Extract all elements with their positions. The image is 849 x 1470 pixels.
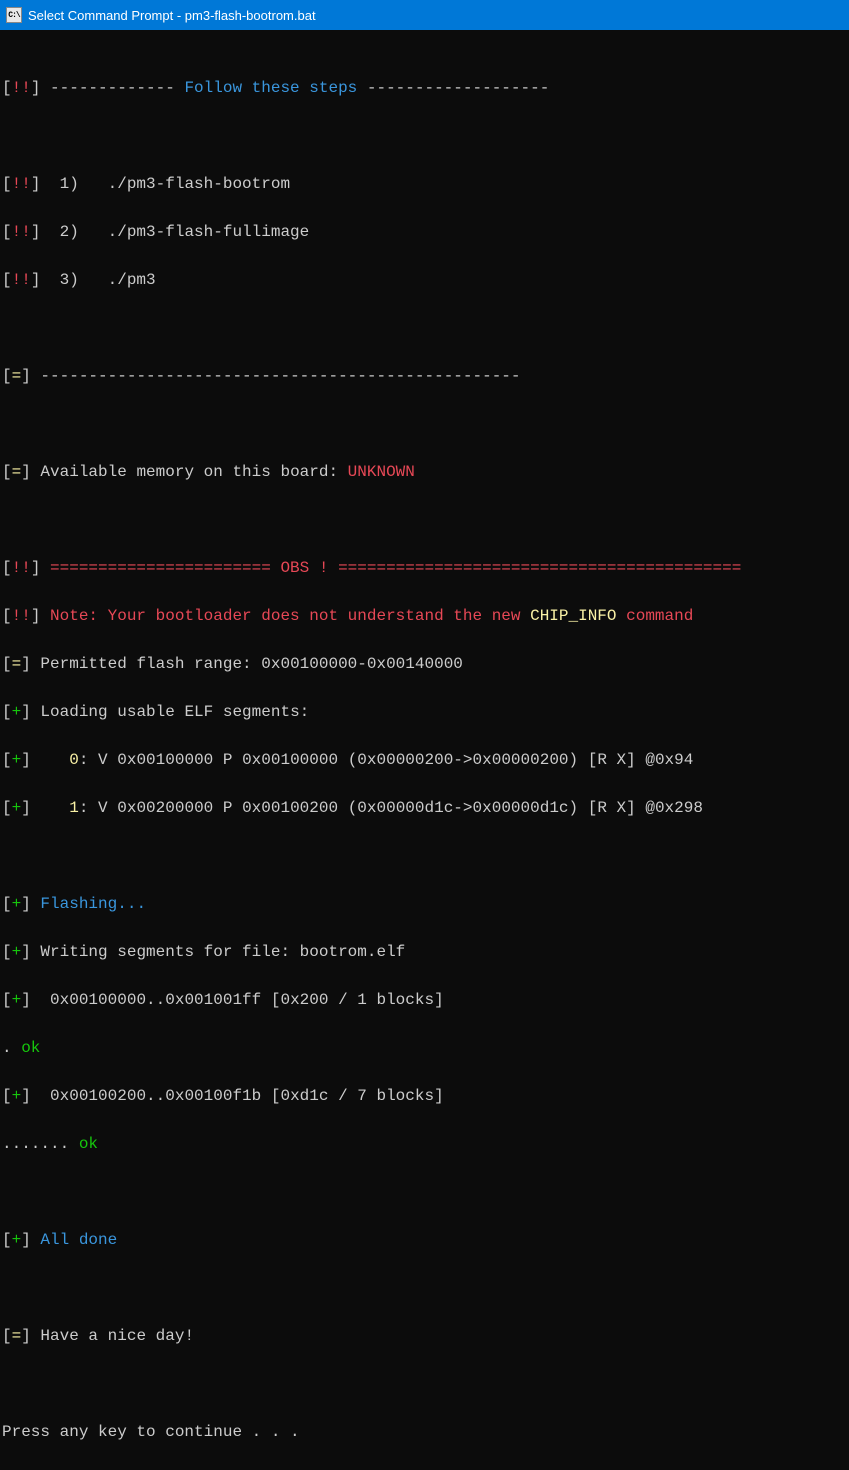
line-ok1: . ok: [2, 1036, 847, 1060]
window-titlebar[interactable]: C:\ Select Command Prompt - pm3-flash-bo…: [0, 0, 849, 30]
line-step1: [!!] 1) ./pm3-flash-bootrom: [2, 172, 847, 196]
line-block2: [+] 0x00100200..0x00100f1b [0xd1c / 7 bl…: [2, 1084, 847, 1108]
line-flashing: [+] Flashing...: [2, 892, 847, 916]
line-loading-elf: [+] Loading usable ELF segments:: [2, 700, 847, 724]
line-step3: [!!] 3) ./pm3: [2, 268, 847, 292]
cmd-icon: C:\: [6, 7, 22, 23]
line-segment-0: [+] 0: V 0x00100000 P 0x00100000 (0x0000…: [2, 748, 847, 772]
line-follow-steps: [!!] ------------- Follow these steps --…: [2, 76, 847, 100]
line-step2: [!!] 2) ./pm3-flash-fullimage: [2, 220, 847, 244]
line-ok2: ....... ok: [2, 1132, 847, 1156]
line-writing-file: [+] Writing segments for file: bootrom.e…: [2, 940, 847, 964]
terminal-output: [!!] ------------- Follow these steps --…: [0, 30, 849, 1470]
line-flash-range: [=] Permitted flash range: 0x00100000-0x…: [2, 652, 847, 676]
line-press-key[interactable]: Press any key to continue . . .: [2, 1420, 847, 1444]
line-obs-banner: [!!] ======================= OBS ! =====…: [2, 556, 847, 580]
line-divider: [=] ------------------------------------…: [2, 364, 847, 388]
line-all-done: [+] All done: [2, 1228, 847, 1252]
line-niceday: [=] Have a nice day!: [2, 1324, 847, 1348]
line-memory: [=] Available memory on this board: UNKN…: [2, 460, 847, 484]
window-title: Select Command Prompt - pm3-flash-bootro…: [28, 8, 316, 23]
line-block1: [+] 0x00100000..0x001001ff [0x200 / 1 bl…: [2, 988, 847, 1012]
line-chip-info-note: [!!] Note: Your bootloader does not unde…: [2, 604, 847, 628]
line-segment-1: [+] 1: V 0x00200000 P 0x00100200 (0x0000…: [2, 796, 847, 820]
